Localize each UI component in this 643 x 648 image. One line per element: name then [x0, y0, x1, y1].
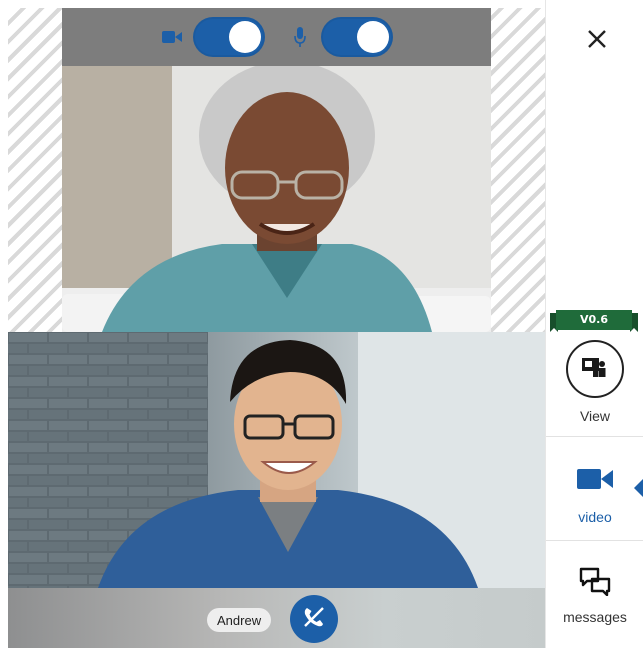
sidebar-item-view[interactable]: View — [546, 340, 643, 424]
video-camera-icon — [575, 466, 615, 495]
hangup-phone-icon — [301, 604, 327, 635]
video-camera-icon — [161, 26, 183, 48]
view-layout-icon — [580, 355, 610, 384]
sidebar: V0.6 View video messages — [545, 0, 643, 648]
sidebar-item-video[interactable]: video — [546, 466, 643, 525]
sidebar-item-label: video — [578, 509, 612, 525]
local-video-footer — [8, 588, 545, 648]
version-ribbon: V0.6 — [550, 310, 638, 332]
divider — [546, 540, 643, 541]
sidebar-item-messages[interactable]: messages — [546, 566, 643, 625]
remote-video — [62, 8, 491, 332]
version-label: V0.6 — [556, 310, 632, 330]
hangup-button[interactable] — [290, 595, 338, 643]
participant-name-label: Andrew — [207, 608, 272, 632]
messages-icon — [578, 566, 612, 599]
remote-participant-image — [62, 66, 491, 332]
local-participant-image — [8, 332, 545, 588]
remote-video-toolbar — [62, 8, 491, 66]
sidebar-item-label: messages — [563, 609, 627, 625]
local-video — [8, 332, 545, 588]
microphone-toggle[interactable] — [320, 17, 393, 57]
divider — [546, 436, 643, 437]
sidebar-item-label: View — [579, 408, 611, 424]
camera-toggle[interactable] — [192, 17, 265, 57]
close-icon — [587, 29, 607, 54]
microphone-icon — [289, 26, 311, 48]
close-button[interactable] — [584, 28, 610, 54]
active-item-indicator — [634, 478, 643, 498]
